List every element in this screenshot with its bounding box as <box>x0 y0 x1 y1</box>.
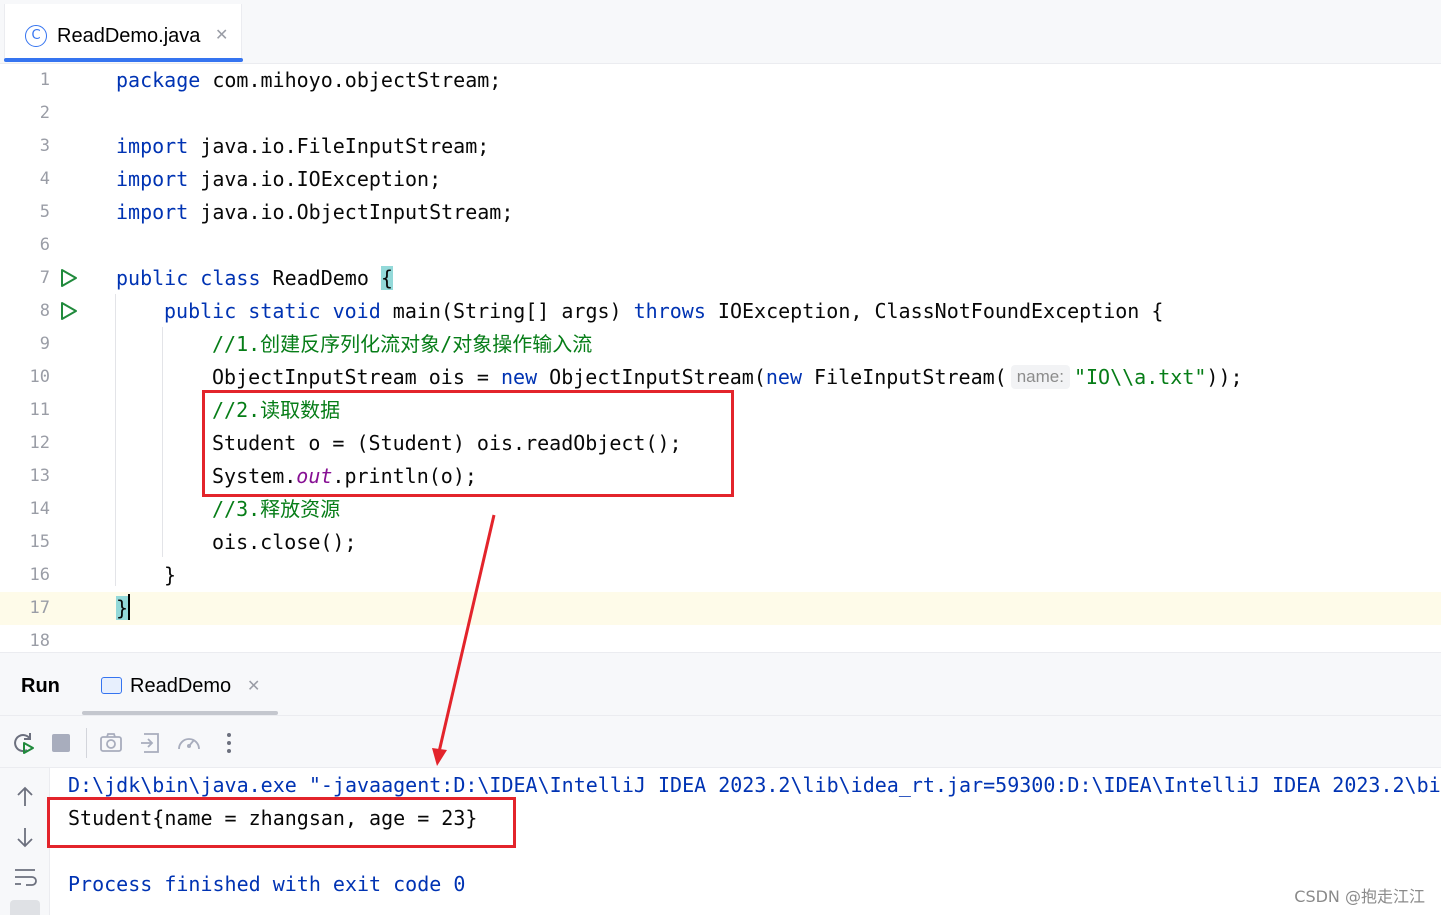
code-line: 2 <box>0 97 1441 130</box>
run-main-icon[interactable] <box>58 301 78 321</box>
parameter-hint: name: <box>1010 365 1070 389</box>
code-comment: //3.释放资源 <box>212 497 341 521</box>
console-exit-line: Process finished with exit code 0 <box>68 872 466 896</box>
code-text: public class ReadDemo { <box>116 266 393 290</box>
line-number: 10 <box>29 367 50 387</box>
code-line: 9 //1.创建反序列化流对象/对象操作输入流 <box>0 328 1441 361</box>
line-number: 12 <box>29 433 50 453</box>
line-number: 9 <box>39 334 50 354</box>
current-line: 17 } <box>0 592 1441 625</box>
console-side-toolbar <box>0 768 50 915</box>
close-icon[interactable]: ✕ <box>247 676 260 695</box>
code-line: 4 import java.io.IOException; <box>0 163 1441 196</box>
line-number: 14 <box>29 499 50 519</box>
code-text: } <box>116 594 131 620</box>
code-text: import java.io.IOException; <box>116 167 442 191</box>
active-run-tab-indicator <box>82 711 278 715</box>
code-line: 5 import java.io.ObjectInputStream; <box>0 196 1441 229</box>
code-line: 16 } <box>0 559 1441 592</box>
toolbar-separator <box>86 728 87 758</box>
tab-label: ReadDemo.java <box>57 25 201 47</box>
arrow-up-icon[interactable] <box>12 784 38 810</box>
restore-layout-icon[interactable] <box>138 730 164 756</box>
line-number: 1 <box>39 70 50 90</box>
line-number: 7 <box>39 268 50 288</box>
code-line: 18 <box>0 625 1441 652</box>
line-number: 11 <box>29 400 50 420</box>
code-line: 8 public static void main(String[] args)… <box>0 295 1441 328</box>
code-line: 3 import java.io.FileInputStream; <box>0 130 1441 163</box>
camera-icon[interactable] <box>98 730 124 756</box>
line-number: 16 <box>29 565 50 585</box>
line-number: 13 <box>29 466 50 486</box>
watermark: CSDN @抱走江江 <box>1294 887 1425 906</box>
editor-tab-bar: C ReadDemo.java ✕ <box>0 0 1441 64</box>
line-number: 4 <box>39 169 50 189</box>
code-text: ois.close(); <box>212 530 357 554</box>
stop-icon[interactable] <box>48 730 74 756</box>
run-toolbar <box>0 716 1441 768</box>
arrow-down-icon[interactable] <box>12 824 38 850</box>
code-comment: //1.创建反序列化流对象/对象操作输入流 <box>212 332 593 356</box>
line-number: 8 <box>39 301 50 321</box>
code-line: 6 <box>0 229 1441 262</box>
active-tab-indicator <box>4 58 243 62</box>
soft-wrap-icon[interactable] <box>12 864 38 890</box>
run-tool-window-header: Run ReadDemo ✕ <box>0 652 1441 716</box>
code-text: import java.io.FileInputStream; <box>116 134 490 158</box>
run-window-title: Run <box>21 675 60 697</box>
line-number: 2 <box>39 103 50 123</box>
highlight-box-output <box>47 797 516 848</box>
code-line: 1 package com.mihoyo.objectStream; <box>0 64 1441 97</box>
run-config-icon <box>101 677 122 694</box>
text-caret <box>128 594 131 620</box>
line-number: 5 <box>39 202 50 222</box>
code-line: 15 ois.close(); <box>0 526 1441 559</box>
line-number: 18 <box>29 631 50 651</box>
code-line: 7 public class ReadDemo { <box>0 262 1441 295</box>
code-text: package com.mihoyo.objectStream; <box>116 68 502 92</box>
profiler-icon[interactable] <box>176 730 202 756</box>
line-number: 17 <box>29 598 50 618</box>
code-editor[interactable]: 1 package com.mihoyo.objectStream; 2 3 i… <box>0 64 1441 652</box>
code-text: public static void main(String[] args) t… <box>164 299 1164 323</box>
rerun-icon[interactable] <box>10 730 36 756</box>
scroll-to-end-icon[interactable] <box>10 900 40 915</box>
tab-readdemo-java[interactable]: C ReadDemo.java ✕ <box>4 4 242 62</box>
code-text: } <box>164 563 177 587</box>
close-icon[interactable]: ✕ <box>215 25 228 44</box>
line-number: 3 <box>39 136 50 156</box>
highlight-box-code <box>202 390 734 497</box>
code-text: import java.io.ObjectInputStream; <box>116 200 514 224</box>
run-class-icon[interactable] <box>58 268 78 288</box>
run-tab-label[interactable]: ReadDemo <box>130 675 231 698</box>
line-number: 15 <box>29 532 50 552</box>
line-number: 6 <box>39 235 50 255</box>
more-options-icon[interactable] <box>216 730 242 756</box>
java-class-icon: C <box>25 25 47 47</box>
code-line: 14 //3.释放资源 <box>0 493 1441 526</box>
